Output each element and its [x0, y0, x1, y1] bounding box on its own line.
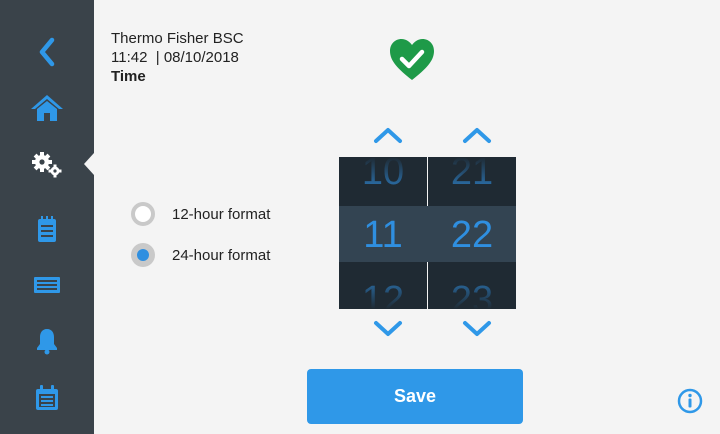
- fade-overlay: [339, 157, 427, 205]
- radio-24-hour[interactable]: 24-hour format: [131, 243, 270, 267]
- fade-overlay: [428, 261, 516, 309]
- radio-12-hour[interactable]: 12-hour format: [131, 202, 270, 226]
- hour-current-value[interactable]: 11: [339, 206, 427, 262]
- sidebar: [0, 0, 94, 434]
- sidebar-item-settings[interactable]: [0, 136, 94, 192]
- sidebar-item-calendar[interactable]: [0, 370, 94, 426]
- alarm-bell-icon: [37, 329, 57, 355]
- radio-button[interactable]: [131, 243, 155, 267]
- settings-icon: [32, 152, 62, 178]
- fade-overlay: [428, 157, 516, 205]
- fade-overlay: [339, 261, 427, 309]
- page-title: Time: [111, 68, 146, 85]
- minute-current-value[interactable]: 22: [428, 206, 516, 262]
- log-icon: [38, 216, 56, 242]
- minute-up-arrow-icon[interactable]: [462, 126, 492, 144]
- radio-button[interactable]: [131, 202, 155, 226]
- radio-label-24-hour: 24-hour format: [172, 246, 271, 264]
- hour-up-arrow-icon[interactable]: [373, 126, 403, 144]
- radio-label-12-hour: 12-hour format: [172, 205, 271, 223]
- hour-down-arrow-icon[interactable]: [373, 320, 403, 338]
- back-icon: [39, 37, 55, 67]
- active-indicator: [84, 153, 94, 175]
- picker-selection-band: 11 22: [339, 206, 516, 262]
- datetime: 11:42 | 08/10/2018: [111, 49, 239, 66]
- back-button[interactable]: [0, 24, 94, 80]
- calendar-icon: [36, 385, 58, 410]
- header: Thermo Fisher BSC 11:42 | 08/10/2018 Tim…: [111, 29, 244, 86]
- sidebar-item-home[interactable]: [0, 80, 94, 136]
- info-icon[interactable]: [677, 388, 703, 414]
- sidebar-item-log[interactable]: [0, 201, 94, 257]
- display-icon: [34, 277, 60, 293]
- sidebar-item-display[interactable]: [0, 257, 94, 313]
- health-heart-check-icon: [390, 39, 434, 80]
- device-name: Thermo Fisher BSC: [111, 30, 244, 47]
- save-button[interactable]: Save: [307, 369, 523, 424]
- minute-down-arrow-icon[interactable]: [462, 320, 492, 338]
- sidebar-item-alarms[interactable]: [0, 313, 94, 369]
- home-icon: [31, 95, 63, 121]
